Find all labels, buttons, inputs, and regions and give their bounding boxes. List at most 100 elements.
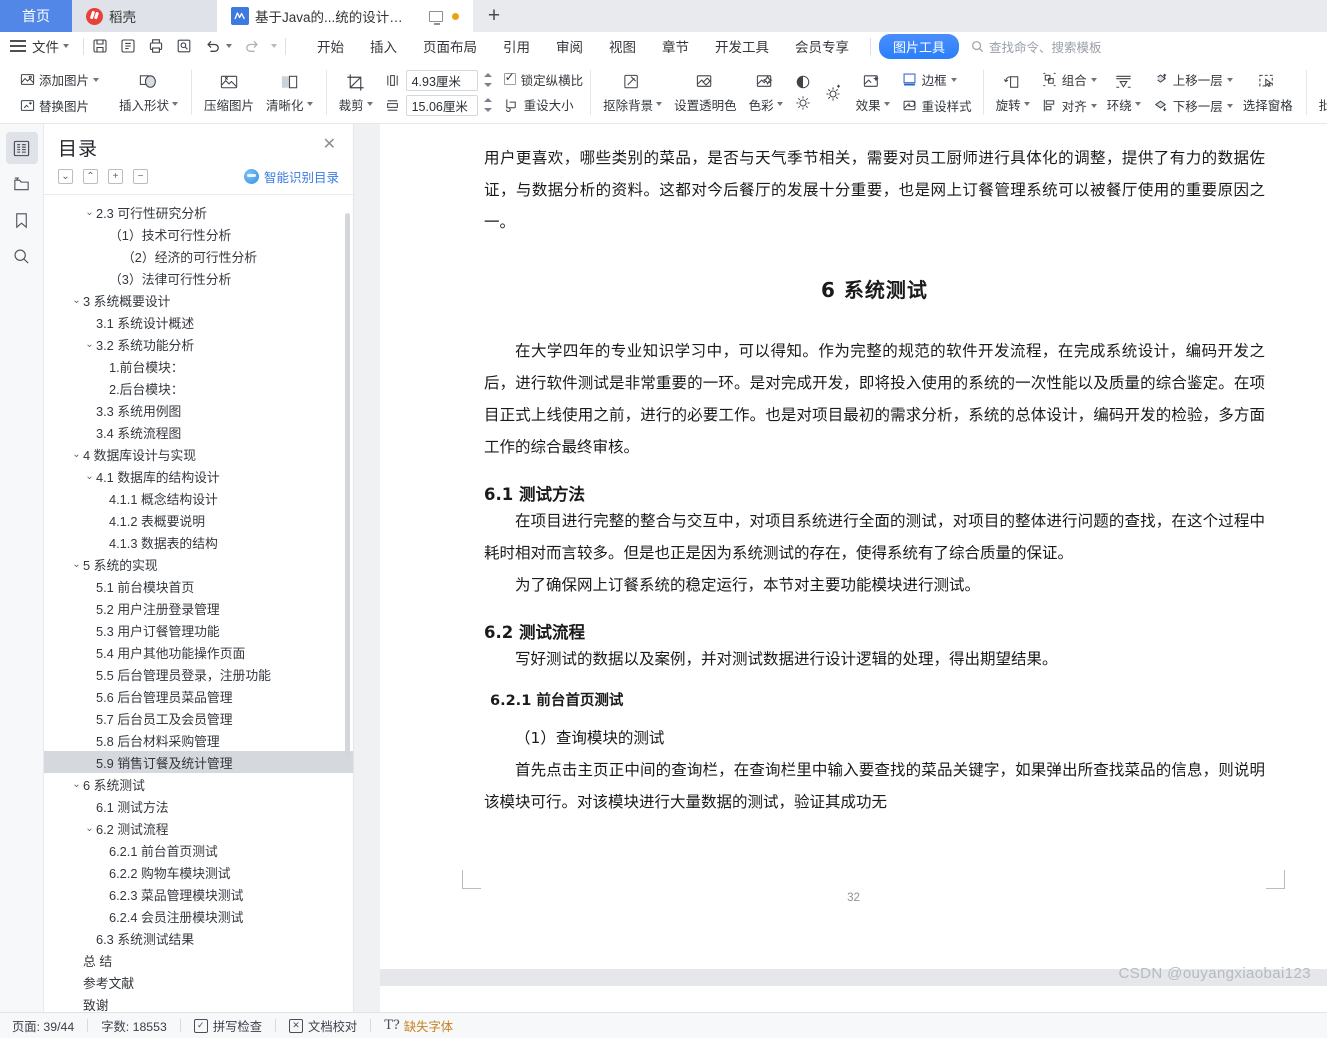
document-page-1[interactable]: 系统中需要大量菜品，哪些菜品销量较高，需要网上点餐的用户数量，餐厅中菜，经测的 … (380, 124, 1327, 969)
toc-item[interactable]: ⌄6.2.1 前台首页测试 (44, 839, 353, 861)
toc-item[interactable]: ⌄4.1.2 表概要说明 (44, 509, 353, 531)
ribbon-tab-dev-tools[interactable]: 开发工具 (702, 34, 782, 58)
reset-style-button[interactable]: 重设样式 (898, 94, 976, 117)
toc-item[interactable]: ⌄4.1.1 概念结构设计 (44, 487, 353, 509)
add-image-button[interactable]: 添加图片 (15, 68, 103, 91)
chevron-down-icon[interactable]: ⌄ (70, 295, 83, 306)
send-backward-button[interactable]: 下移一层 (1149, 94, 1237, 117)
toc-item[interactable]: ⌄3 系统概要设计 (44, 289, 353, 311)
toc-item[interactable]: ⌄（1）技术可行性分析 (44, 223, 353, 245)
sidebar-item-folder[interactable] (6, 168, 38, 200)
save-icon[interactable] (92, 38, 109, 55)
ribbon-tab-view[interactable]: 视图 (596, 34, 649, 58)
toc-item[interactable]: ⌄2.3 可行性研究分析 (44, 201, 353, 223)
ribbon-tab-member[interactable]: 会员专享 (782, 34, 862, 58)
reset-size-button[interactable]: 重设大小 (504, 93, 584, 116)
decrease-contrast-button[interactable] (791, 93, 815, 113)
ribbon-tab-start[interactable]: 开始 (304, 34, 357, 58)
toc-item[interactable]: ⌄（3）法律可行性分析 (44, 267, 353, 289)
sidebar-item-search[interactable] (6, 240, 38, 272)
spell-check-button[interactable]: ✓ 拼写检查 (181, 1017, 275, 1035)
chevron-down-icon[interactable] (1091, 104, 1097, 108)
ribbon-tab-section[interactable]: 章节 (649, 34, 702, 58)
set-transparent-color-button[interactable]: 设置透明色 (668, 62, 743, 123)
chevron-down-icon[interactable]: ⌄ (83, 471, 96, 482)
ribbon-tab-insert[interactable]: 插入 (357, 34, 410, 58)
toc-item[interactable]: ⌄4 数据库设计与实现 (44, 443, 353, 465)
toc-item[interactable]: ⌄1.前台模块： (44, 355, 353, 377)
toc-item[interactable]: ⌄5.9 销售订餐及统计管理 (44, 751, 353, 773)
ribbon-tab-reference[interactable]: 引用 (490, 34, 543, 58)
ribbon-tab-picture-tools[interactable]: 图片工具 (879, 34, 959, 59)
toc-item[interactable]: ⌄参考文献 (44, 971, 353, 993)
chevron-down-icon[interactable]: ⌄ (70, 779, 83, 790)
remove-background-button[interactable]: 抠除背景 (597, 62, 668, 123)
image-height-input[interactable]: 15.06厘米 (406, 95, 478, 116)
replace-image-button[interactable]: 替换图片 (15, 94, 103, 117)
chevron-down-icon[interactable] (884, 102, 890, 106)
print-preview-icon[interactable] (176, 38, 193, 55)
smart-recognize-toc-button[interactable]: 智能识别目录 (244, 167, 339, 186)
effects-button[interactable]: 效果 (850, 62, 896, 123)
collapse-next-icon[interactable]: ⌄ (58, 169, 73, 184)
border-button[interactable]: 边框 (898, 68, 976, 91)
toc-item[interactable]: ⌄6.1 测试方法 (44, 795, 353, 817)
insert-shape-button[interactable]: 插入形状 (113, 62, 184, 123)
toc-item[interactable]: ⌄5.8 后台材料采购管理 (44, 729, 353, 751)
chevron-down-icon[interactable]: ⌄ (70, 449, 83, 460)
collapse-all-icon[interactable]: − (133, 169, 148, 184)
doc-proof-button[interactable]: ✕ 文档校对 (276, 1017, 370, 1035)
contrast-up-button[interactable] (817, 62, 850, 123)
toc-item[interactable]: ⌄6.2 测试流程 (44, 817, 353, 839)
chevron-down-icon[interactable]: ⌄ (83, 339, 96, 350)
selection-pane-button[interactable]: 选择窗格 (1237, 62, 1299, 123)
sidebar-item-outline[interactable] (6, 132, 38, 164)
toc-item[interactable]: ⌄5.7 后台员工及会员管理 (44, 707, 353, 729)
toc-list[interactable]: ⌄2.3 可行性研究分析⌄（1）技术可行性分析⌄（2）经济的可行性分析⌄（3）法… (44, 194, 353, 1012)
chevron-down-icon[interactable] (951, 78, 957, 82)
toc-item[interactable]: ⌄5.6 后台管理员菜品管理 (44, 685, 353, 707)
crop-button[interactable]: 裁剪 (333, 62, 379, 123)
toc-item[interactable]: ⌄4.1 数据库的结构设计 (44, 465, 353, 487)
toc-item[interactable]: ⌄5.2 用户注册登录管理 (44, 597, 353, 619)
toc-item[interactable]: ⌄6.3 系统测试结果 (44, 927, 353, 949)
sidebar-item-bookmark[interactable] (6, 204, 38, 236)
sharpen-button[interactable]: 清晰化 (260, 62, 319, 123)
toc-item[interactable]: ⌄5.4 用户其他功能操作页面 (44, 641, 353, 663)
group-button[interactable]: 组合 (1038, 68, 1101, 91)
chevron-down-icon[interactable] (93, 78, 99, 82)
expand-all-icon[interactable]: + (108, 169, 123, 184)
color-button[interactable]: 色彩 (743, 62, 789, 123)
chevron-down-icon[interactable] (656, 102, 662, 106)
presentation-screen-icon[interactable] (429, 11, 443, 22)
toc-item[interactable]: ⌄3.4 系统流程图 (44, 421, 353, 443)
chevron-down-icon[interactable] (1227, 104, 1233, 108)
close-icon[interactable]: ✕ (320, 134, 339, 156)
compress-image-button[interactable]: 压缩图片 (198, 62, 260, 123)
chevron-down-icon[interactable]: ⌄ (83, 207, 96, 218)
toc-item[interactable]: ⌄总 结 (44, 949, 353, 971)
page-indicator[interactable]: 页面: 39/44 (12, 1017, 87, 1035)
missing-font-button[interactable]: T? 缺失字体 (371, 1017, 466, 1035)
redo-icon[interactable] (243, 38, 260, 55)
toc-item[interactable]: ⌄6 系统测试 (44, 773, 353, 795)
toc-item[interactable]: ⌄5.3 用户订餐管理功能 (44, 619, 353, 641)
customize-quick-access-icon[interactable] (271, 44, 277, 48)
save-as-icon[interactable] (120, 38, 137, 55)
chevron-down-icon[interactable] (1091, 78, 1097, 82)
undo-icon[interactable] (204, 38, 221, 55)
image-width-input[interactable]: 4.93厘米 (406, 70, 478, 91)
toc-item[interactable]: ⌄6.2.3 菜品管理模块测试 (44, 883, 353, 905)
app-menu-icon[interactable] (10, 40, 26, 52)
ribbon-tab-review[interactable]: 审阅 (543, 34, 596, 58)
batch-process-button[interactable]: 批量处理 (1313, 62, 1327, 123)
chevron-down-icon[interactable] (367, 102, 373, 106)
toc-item[interactable]: ⌄3.3 系统用例图 (44, 399, 353, 421)
align-button[interactable]: 对齐 (1038, 94, 1101, 117)
new-tab-button[interactable]: + (473, 0, 515, 32)
toc-item[interactable]: ⌄6.2.4 会员注册模块测试 (44, 905, 353, 927)
document-viewport[interactable]: 系统中需要大量菜品，哪些菜品销量较高，需要网上点餐的用户数量，餐厅中菜，经测的 … (354, 124, 1327, 1012)
toc-item[interactable]: ⌄6.2.2 购物车模块测试 (44, 861, 353, 883)
chevron-down-icon[interactable] (1135, 102, 1141, 106)
undo-dropdown-icon[interactable] (226, 44, 232, 48)
